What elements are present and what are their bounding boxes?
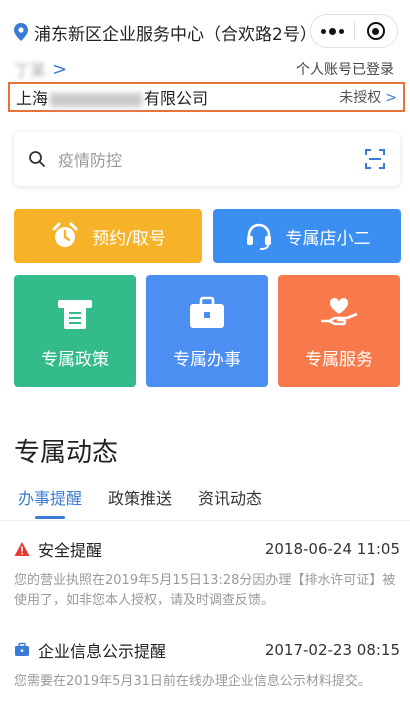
company-name: 上海 有限公司: [16, 89, 209, 108]
location-title[interactable]: 浦东新区企业服务中心（合欢路2号）: [34, 20, 317, 45]
alarm-clock-icon: [50, 221, 80, 251]
close-button[interactable]: [355, 22, 398, 40]
assistant-label: 专属店小二: [285, 228, 371, 249]
appointment-label: 预约/取号: [92, 228, 166, 249]
assistant-button[interactable]: 专属店小二: [213, 209, 401, 263]
notice-time: 2018-06-24 11:05: [264, 540, 400, 558]
company-row[interactable]: 上海 有限公司 未授权 >: [8, 82, 405, 112]
list-item[interactable]: 企业信息公示提醒 2017-02-23 08:15 您需要在2019年5月31日…: [14, 638, 400, 692]
search-icon: [29, 151, 45, 167]
account-status: 个人账号已登录: [296, 62, 394, 78]
briefcase-icon: [14, 642, 30, 658]
user-row: 丁某 > 个人账号已登录: [0, 56, 410, 82]
auth-status[interactable]: 未授权 >: [339, 87, 397, 107]
policy-tile[interactable]: 专属政策: [14, 275, 136, 387]
tab-policy-push[interactable]: 政策推送: [108, 485, 172, 517]
policy-label: 专属政策: [41, 349, 109, 370]
appointment-button[interactable]: 预约/取号: [14, 209, 202, 263]
list-item[interactable]: 安全提醒 2018-06-24 11:05 您的营业执照在2019年5月15日1…: [14, 537, 400, 611]
user-chevron-icon[interactable]: >: [52, 59, 67, 80]
briefcase-icon: [187, 293, 227, 333]
more-menu-button[interactable]: [311, 27, 354, 35]
affairs-label: 专属办事: [173, 349, 241, 370]
search-bar[interactable]: 疫情防控: [14, 132, 400, 186]
user-name[interactable]: 丁某: [14, 57, 48, 81]
notice-title: 企业信息公示提醒: [38, 642, 167, 661]
dynamics-tabs: 办事提醒 政策推送 资讯动态: [18, 485, 262, 517]
heart-hand-icon: [319, 293, 359, 333]
close-target-icon: [366, 22, 385, 40]
location-pin-icon: [14, 23, 28, 41]
search-input[interactable]: 疫情防控: [58, 147, 122, 171]
affairs-tile[interactable]: 专属办事: [146, 275, 268, 387]
notice-time: 2017-02-23 08:15: [264, 641, 400, 659]
mini-program-capsule: [310, 14, 398, 48]
notice-title: 安全提醒: [38, 541, 103, 560]
headset-icon: [244, 221, 274, 251]
tab-reminders[interactable]: 办事提醒: [18, 485, 82, 517]
notice-body: 您的营业执照在2019年5月15日13:28分因办理【排水许可证】被使用了，如非…: [14, 573, 396, 608]
service-tile[interactable]: 专属服务: [278, 275, 400, 387]
scan-icon[interactable]: [364, 148, 386, 170]
tabs-divider: [0, 520, 410, 521]
auth-chevron-icon: >: [385, 90, 397, 106]
notice-body: 您需要在2019年5月31日前在线办理企业信息公示材料提交。: [14, 674, 371, 689]
warning-icon: [14, 541, 30, 557]
tab-news[interactable]: 资讯动态: [198, 485, 262, 517]
section-title: 专属动态: [14, 438, 119, 468]
service-label: 专属服务: [305, 349, 373, 370]
policy-document-icon: [55, 293, 95, 333]
